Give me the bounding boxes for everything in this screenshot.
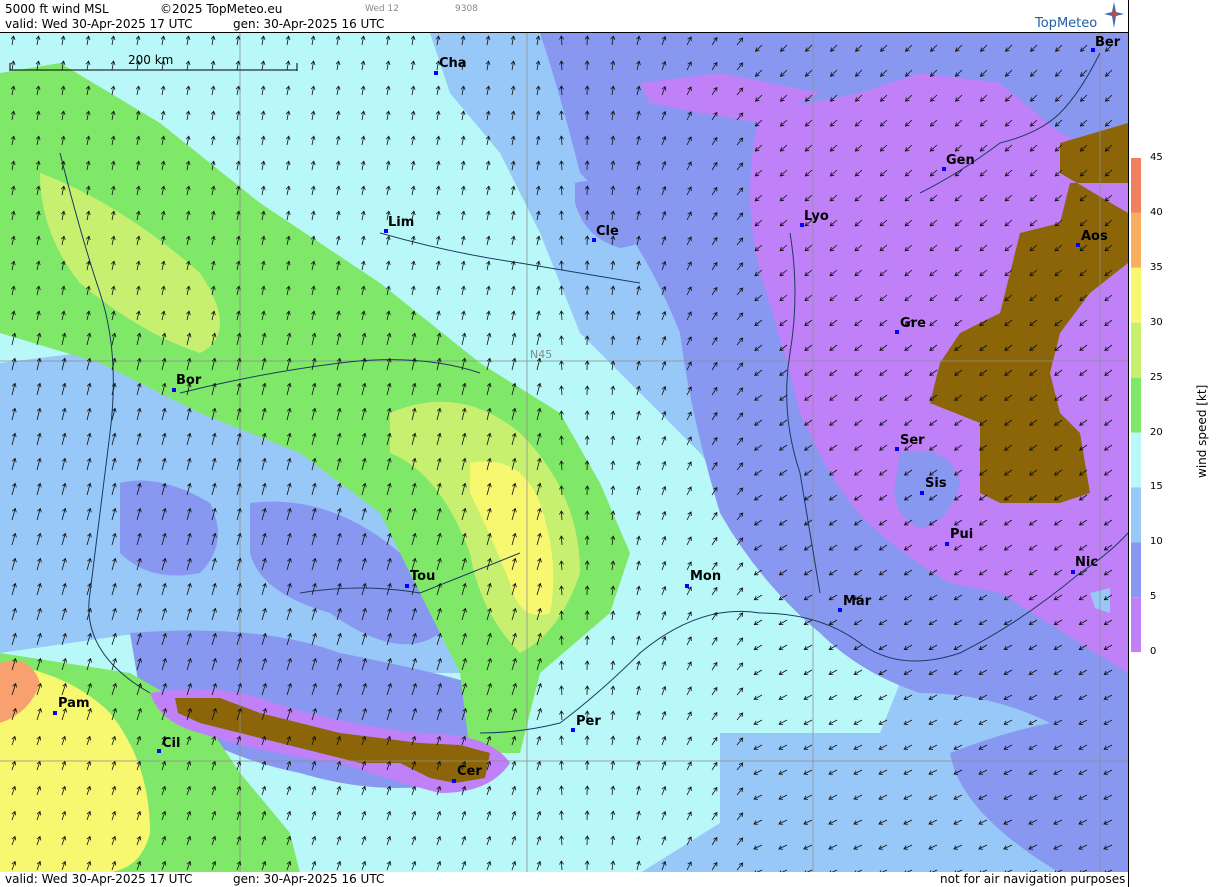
legend-tick-10: 10 (1150, 536, 1163, 547)
city-marker-mar (838, 608, 842, 612)
city-label-lyo[interactable]: Lyo (804, 209, 829, 224)
header-bar: 5000 ft wind MSL ©2025 TopMeteo.eu Wed 1… (0, 0, 1128, 32)
footer-bar: valid: Wed 30-Apr-2025 17 UTC gen: 30-Ap… (0, 872, 1128, 887)
legend-swatch (1131, 377, 1141, 433)
topmeteo-logo-icon (1104, 2, 1124, 28)
city-marker-cil (157, 749, 161, 753)
valid-time: valid: Wed 30-Apr-2025 17 UTC (5, 17, 193, 31)
city-label-cle[interactable]: Cle (596, 224, 619, 239)
city-label-per[interactable]: Per (576, 714, 601, 729)
wind-map[interactable]: 200 km N45 Cha Ber Gen Lim Cle Lyo Aos G… (0, 32, 1128, 874)
legend-tick-5: 5 (1150, 591, 1157, 602)
city-marker-ser (895, 447, 899, 451)
city-label-pam[interactable]: Pam (58, 696, 90, 711)
legend-tick-45: 45 (1150, 152, 1163, 163)
generated-time: gen: 30-Apr-2025 16 UTC (233, 17, 385, 31)
city-label-mar[interactable]: Mar (843, 594, 871, 609)
legend-tick-20: 20 (1150, 427, 1163, 438)
city-label-lim[interactable]: Lim (388, 215, 414, 230)
topmeteo-logo-text: TopMeteo (1035, 16, 1098, 31)
city-label-gen[interactable]: Gen (946, 153, 975, 168)
legend-tick-35: 35 (1150, 262, 1163, 273)
city-marker-gre (895, 330, 899, 334)
city-marker-mon (685, 584, 689, 588)
city-marker-pui (945, 542, 949, 546)
product-title: 5000 ft wind MSL (5, 2, 109, 16)
city-label-bor[interactable]: Bor (176, 373, 201, 388)
city-label-pui[interactable]: Pui (950, 527, 973, 542)
legend-swatch (1131, 158, 1141, 213)
city-marker-nic (1071, 570, 1075, 574)
legend-swatch (1131, 542, 1141, 598)
legend-swatch (1131, 212, 1141, 268)
grid-label-n45: N45 (530, 348, 553, 361)
city-label-mon[interactable]: Mon (690, 569, 721, 584)
legend-tick-30: 30 (1150, 317, 1163, 328)
legend-swatch (1131, 267, 1141, 323)
footer-valid-time: valid: Wed 30-Apr-2025 17 UTC (5, 872, 193, 886)
footer-disclaimer: not for air navigation purposes (940, 872, 1126, 886)
copyright: ©2025 TopMeteo.eu (160, 2, 283, 16)
city-label-aos[interactable]: Aos (1081, 229, 1108, 244)
city-marker-tou (405, 584, 409, 588)
city-marker-cha (434, 71, 438, 75)
city-marker-bor (172, 388, 176, 392)
city-label-cha[interactable]: Cha (439, 56, 467, 71)
footer-generated-time: gen: 30-Apr-2025 16 UTC (233, 872, 385, 886)
legend-tick-25: 25 (1150, 372, 1163, 383)
city-label-gre[interactable]: Gre (900, 316, 926, 331)
city-marker-pam (53, 711, 57, 715)
legend-title: wind speed [kt] (1195, 384, 1209, 478)
city-label-ser[interactable]: Ser (900, 433, 925, 448)
city-marker-cer (452, 779, 456, 783)
day-code: Wed 12 (365, 4, 399, 14)
legend-swatch (1131, 487, 1141, 543)
city-marker-aos (1076, 243, 1080, 247)
legend-swatch (1131, 597, 1141, 653)
legend-swatch (1131, 322, 1141, 378)
city-label-cer[interactable]: Cer (457, 764, 482, 779)
city-label-ber[interactable]: Ber (1095, 35, 1120, 50)
legend-tick-0: 0 (1150, 646, 1157, 657)
legend-swatch (1131, 432, 1141, 488)
city-marker-per (571, 728, 575, 732)
city-label-sis[interactable]: Sis (925, 476, 947, 491)
legend-tick-15: 15 (1150, 481, 1163, 492)
city-label-nic[interactable]: Nic (1075, 555, 1098, 570)
city-label-cil[interactable]: Cil (162, 736, 180, 751)
city-marker-sis (920, 491, 924, 495)
product-code: 9308 (455, 4, 478, 14)
legend-tick-40: 40 (1150, 207, 1163, 218)
city-label-tou[interactable]: Tou (410, 569, 435, 584)
scale-label: 200 km (128, 53, 174, 67)
